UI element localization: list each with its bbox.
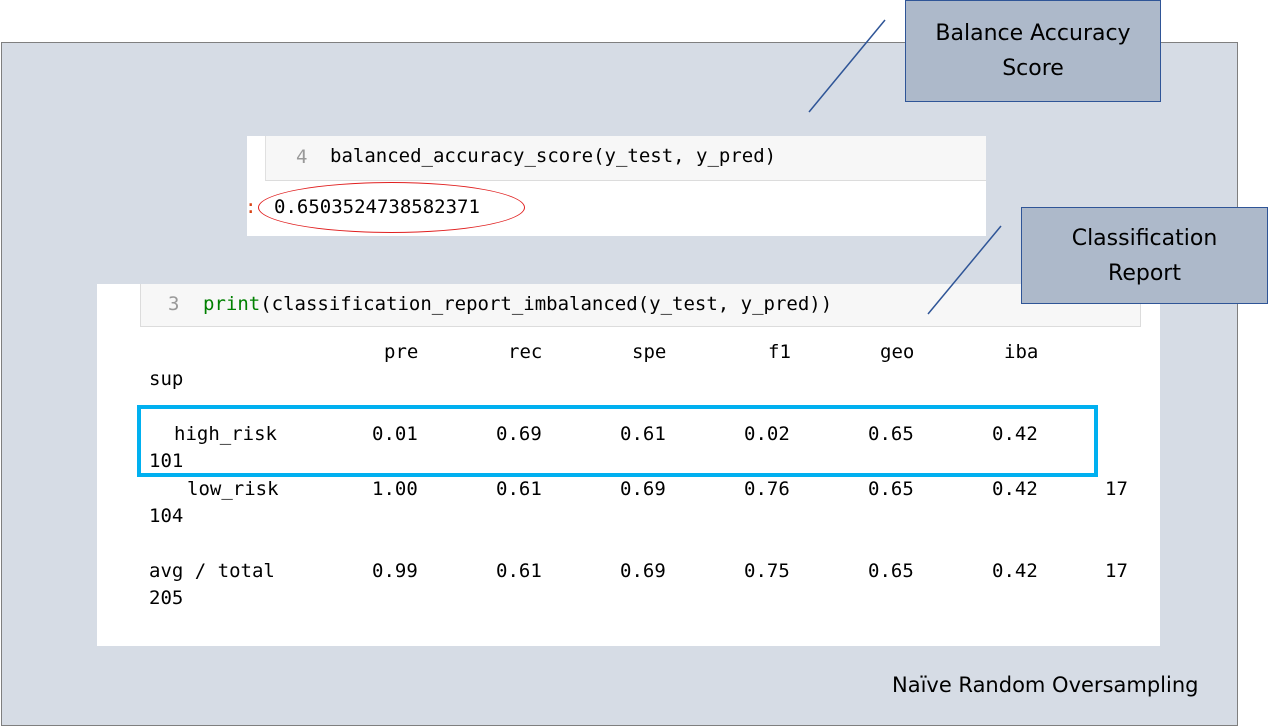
line-number: 4 [296,146,308,168]
callout-text: Balance Accuracy Score [935,21,1131,81]
table-cell-support: 104 [149,505,184,527]
callout-text: Classification Report [1071,225,1218,286]
table-cell-support: 205 [149,587,184,609]
code-line: balanced_accuracy_score(y_test, y_pred) [330,145,777,167]
balance-accuracy-callout: Balance Accuracy Score [905,0,1161,102]
header-rec: rec [508,341,543,363]
code-input-area[interactable]: 4 balanced_accuracy_score(y_test, y_pred… [265,136,986,181]
row-label-low-risk: low_risk [187,478,279,500]
header-pre: pre [384,341,419,363]
classification-report-callout: Classification Report [1021,207,1268,304]
code-input-area[interactable]: 3 print(classification_report_imbalanced… [140,284,1141,327]
table-cell: 0.61 [496,560,542,582]
table-cell: 0.99 [372,560,418,582]
print-keyword: print [203,293,261,315]
table-cell: 1.00 [372,478,418,500]
table-cell: 0.42 [992,560,1038,582]
header-spe: spe [632,341,667,363]
table-cell: 0.69 [620,478,666,500]
row-label-avg-total: avg / total [149,560,275,582]
line-number: 3 [168,293,180,315]
table-cell: 0.69 [620,560,666,582]
table-cell: 0.65 [868,478,914,500]
table-cell-trailing: 17 [1105,560,1128,582]
header-sup: sup [149,368,184,390]
table-cell: 0.76 [744,478,790,500]
header-f1: f1 [768,341,791,363]
table-cell: 0.75 [744,560,790,582]
high-risk-highlight-box [137,405,1098,477]
table-cell-trailing: 17 [1105,478,1128,500]
header-geo: geo [880,341,915,363]
output-prompt: : [247,196,256,218]
code-arguments: (classification_report_imbalanced(y_test… [260,293,833,315]
header-iba: iba [1004,341,1039,363]
table-cell: 0.61 [496,478,542,500]
code-line: print(classification_report_imbalanced(y… [203,293,832,315]
output-highlight-ellipse [258,182,525,233]
slide-footer-label: Naïve Random Oversampling [892,673,1199,697]
table-cell: 0.42 [992,478,1038,500]
table-cell: 0.65 [868,560,914,582]
